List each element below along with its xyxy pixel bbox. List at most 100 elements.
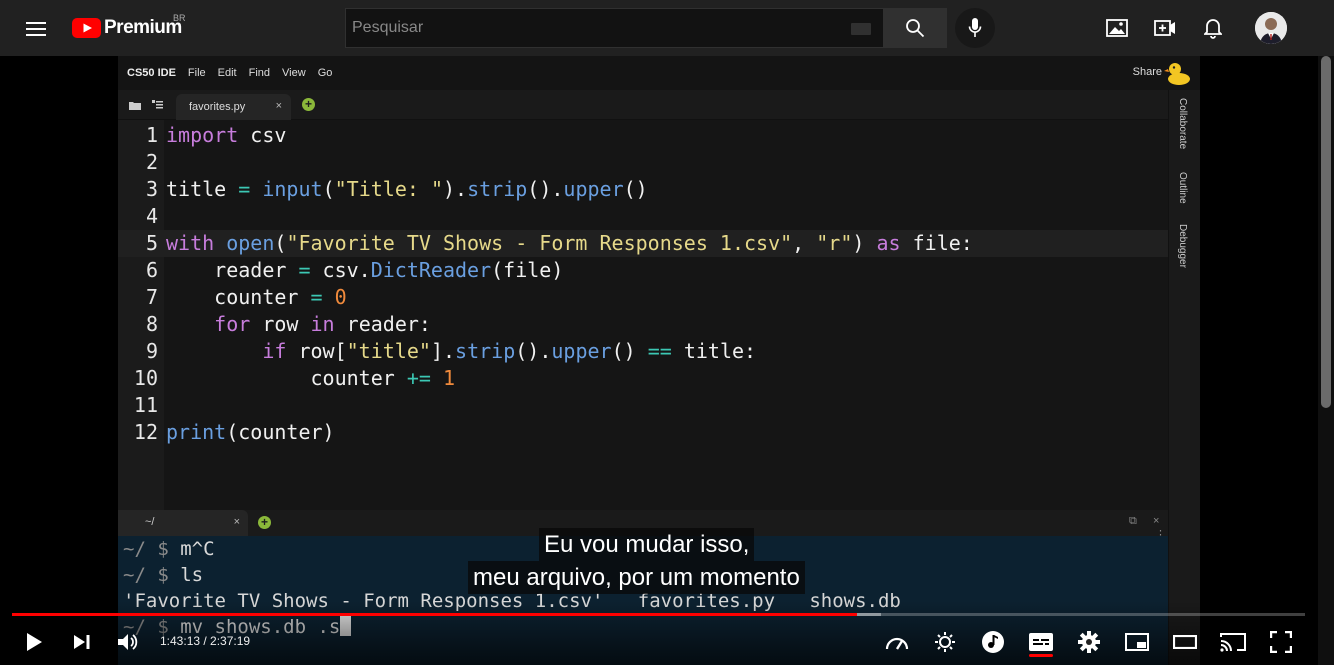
code-line: 11 xyxy=(118,392,1168,419)
hamburger-icon xyxy=(26,22,46,36)
code-line: 7 counter = 0 xyxy=(118,284,1168,311)
video-add-icon xyxy=(1154,20,1175,36)
settings-button[interactable] xyxy=(1072,625,1106,659)
line-number: 9 xyxy=(145,339,158,363)
code-line: 2 xyxy=(118,149,1168,176)
subtitles-icon xyxy=(1029,633,1053,651)
side-tab-collaborate: Collaborate xyxy=(1177,98,1188,150)
line-number: 3 xyxy=(145,177,158,201)
line-number: 4 xyxy=(145,204,158,228)
code-line: 5 with open("Favorite TV Shows - Form Res… xyxy=(118,230,1168,257)
playback-speed-button[interactable] xyxy=(880,625,914,659)
code-line: 8 for row in reader: xyxy=(118,311,1168,338)
line-number: 2 xyxy=(145,150,158,174)
music-note-icon xyxy=(982,631,1004,653)
menu-go: Go xyxy=(317,67,333,79)
account-avatar[interactable] xyxy=(1255,12,1287,44)
code-line: 1 import csv xyxy=(118,122,1168,149)
folder-icon xyxy=(129,102,141,110)
cast-button[interactable] xyxy=(1216,625,1250,659)
line-number: 6 xyxy=(145,258,158,282)
file-tree-icon xyxy=(152,100,163,109)
line-number: 1 xyxy=(145,123,158,147)
rubber-duck-icon xyxy=(1164,63,1190,85)
create-video-button[interactable] xyxy=(1153,16,1177,40)
miniplayer-button[interactable] xyxy=(1120,625,1154,659)
skip-next-icon xyxy=(74,635,90,649)
line-number: 12 xyxy=(133,420,158,444)
progress-played xyxy=(12,613,857,616)
terminal-tab-close-icon: × xyxy=(233,516,240,528)
time-display: 1:43:13 / 2:37:19 xyxy=(160,634,251,648)
theater-mode-icon xyxy=(1173,635,1197,649)
miniplayer-icon xyxy=(1125,633,1149,651)
notifications-button[interactable] xyxy=(1201,16,1225,40)
country-code: BR xyxy=(173,13,186,23)
terminal-restore-icon: ⧉ xyxy=(1129,515,1137,527)
guide-menu-button[interactable] xyxy=(16,9,56,49)
add-terminal-icon: + xyxy=(258,516,271,529)
code-text: reader = csv.DictReader(file) xyxy=(166,258,564,282)
create-post-button[interactable] xyxy=(1105,16,1129,40)
progress-bar[interactable] xyxy=(12,613,1305,616)
tab-close-icon: × xyxy=(275,100,282,112)
image-icon xyxy=(1106,19,1128,37)
masthead: Premium BR Pesquisar xyxy=(0,0,1334,56)
ide-brand: CS50 IDE xyxy=(127,67,176,79)
microphone-icon xyxy=(968,18,982,37)
speedometer-icon xyxy=(885,637,909,650)
play-button[interactable] xyxy=(17,625,51,659)
voice-search-button[interactable] xyxy=(955,8,995,48)
search-input[interactable]: Pesquisar xyxy=(346,19,423,37)
caption-line-2: meu arquivo, por um momento xyxy=(468,561,805,594)
theater-mode-button[interactable] xyxy=(1168,625,1202,659)
code-line: 4 xyxy=(118,203,1168,230)
terminal-line: ~/ $ ls xyxy=(123,564,204,586)
code-line: 3 title = input("Title: ").strip().upper(… xyxy=(118,176,1168,203)
code-line: 9 if row["title"].strip().upper() == tit… xyxy=(118,338,1168,365)
subtitles-active-indicator xyxy=(1029,654,1053,657)
code-editor: 1 import csv 2 3 title = input("Title: ").st… xyxy=(118,120,1168,510)
next-button[interactable] xyxy=(65,625,99,659)
music-button[interactable] xyxy=(976,625,1010,659)
code-text: print(counter) xyxy=(166,420,335,444)
tab-favorites-py: favorites.py × xyxy=(176,94,291,120)
keyboard-icon[interactable] xyxy=(851,23,871,35)
terminal-line: ~/ $ m^C xyxy=(123,538,215,560)
menu-find: Find xyxy=(248,67,271,79)
ambient-mode-icon xyxy=(935,632,955,652)
line-number: 7 xyxy=(145,285,158,309)
menu-view: View xyxy=(282,67,306,79)
search-box[interactable]: Pesquisar xyxy=(345,8,884,48)
tab-label: favorites.py xyxy=(189,101,246,113)
ambient-mode-button[interactable] xyxy=(928,625,962,659)
youtube-play-logo-icon xyxy=(72,18,101,38)
code-text: counter += 1 xyxy=(166,366,456,390)
terminal-tab-label: ~/ xyxy=(145,516,155,528)
cast-icon xyxy=(1220,633,1246,652)
ide-menubar: CS50 IDE File Edit Find View Go xyxy=(118,56,1200,90)
fullscreen-icon xyxy=(1270,631,1292,653)
terminal-close-icon: × xyxy=(1153,515,1160,527)
caption-line-1: Eu vou mudar isso, xyxy=(539,528,755,561)
editor-tab-bar: favorites.py × + xyxy=(118,90,1168,120)
search-button[interactable] xyxy=(883,8,947,48)
mute-button[interactable] xyxy=(111,625,145,659)
line-number: 5 xyxy=(145,231,158,255)
code-text: with open("Favorite TV Shows - Form Resp… xyxy=(166,231,973,255)
bell-icon xyxy=(1204,19,1222,39)
page-scrollbar-thumb[interactable] xyxy=(1321,56,1331,408)
play-icon xyxy=(27,633,42,651)
menu-file: File xyxy=(187,67,206,79)
code-text: title = input("Title: ").strip().upper() xyxy=(166,177,648,201)
terminal-tab: ~/ × xyxy=(118,510,248,536)
youtube-premium-logo[interactable]: Premium BR xyxy=(72,13,186,40)
video-player[interactable]: CS50 IDE File Edit Find View Go Share fa… xyxy=(0,56,1318,665)
fullscreen-button[interactable] xyxy=(1264,625,1298,659)
code-text: if row["title"].strip().upper() == title… xyxy=(262,339,757,363)
code-text: import csv xyxy=(166,123,287,147)
code-line: 10 counter += 1 xyxy=(118,365,1168,392)
search-icon xyxy=(906,19,925,38)
gear-icon xyxy=(1078,631,1100,653)
ide-share-button: Share xyxy=(1132,66,1162,78)
